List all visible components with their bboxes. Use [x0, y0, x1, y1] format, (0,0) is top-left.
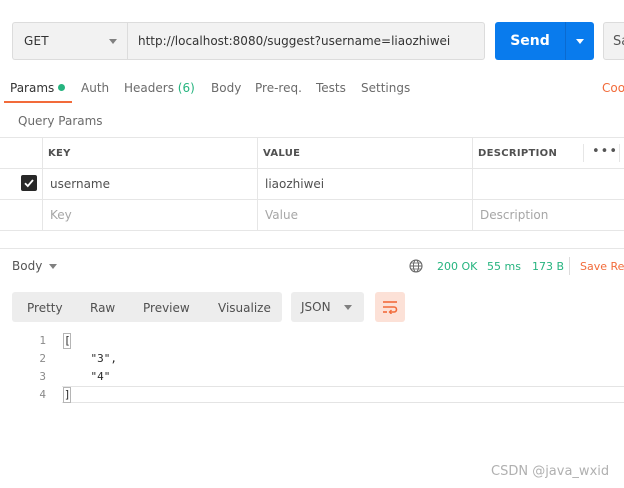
watermark: CSDN @java_wxid — [491, 464, 610, 479]
headers-count: (6) — [177, 81, 195, 95]
table-divider — [0, 168, 624, 169]
wrap-lines-button[interactable] — [375, 292, 405, 322]
column-divider — [619, 144, 620, 162]
column-header-key: KEY — [48, 148, 71, 159]
column-header-description: DESCRIPTION — [478, 148, 558, 159]
param-enabled-checkbox[interactable] — [21, 175, 37, 191]
divider — [569, 257, 570, 275]
globe-icon[interactable] — [409, 259, 423, 273]
code-line: 3 "4" — [0, 368, 624, 386]
tab-label: Params — [10, 81, 55, 95]
table-divider — [0, 199, 624, 200]
tab-settings[interactable]: Settings — [361, 81, 410, 95]
response-time[interactable]: 55 ms — [487, 260, 521, 273]
send-button[interactable]: Send — [495, 22, 565, 60]
method-value: GET — [24, 34, 49, 48]
url-field[interactable] — [127, 22, 485, 60]
column-divider — [42, 137, 43, 230]
view-mode-pretty[interactable]: Pretty — [27, 301, 63, 315]
bracket-match-highlight — [63, 387, 71, 403]
format-value: JSON — [301, 300, 331, 314]
save-label: Sa — [613, 33, 624, 49]
column-divider — [472, 137, 473, 230]
line-number: 4 — [39, 388, 46, 401]
new-description-input[interactable]: Description — [480, 208, 548, 222]
new-value-input[interactable]: Value — [265, 208, 298, 222]
column-divider — [583, 144, 584, 162]
save-button[interactable]: Sa — [603, 22, 624, 60]
code-line: 4 ] — [0, 386, 624, 404]
tab-label: Tests — [316, 81, 346, 95]
format-select[interactable]: JSON — [291, 292, 364, 322]
line-number: 1 — [39, 334, 46, 347]
more-options-icon[interactable]: ••• — [592, 144, 618, 159]
tab-label: Pre-req. — [255, 81, 302, 95]
new-key-input[interactable]: Key — [50, 208, 72, 222]
column-header-value: VALUE — [263, 148, 301, 159]
tab-params[interactable]: Params — [10, 81, 66, 95]
method-select[interactable]: GET — [12, 22, 127, 60]
url-input[interactable] — [138, 34, 478, 48]
table-divider — [0, 230, 624, 231]
tab-body[interactable]: Body — [211, 81, 241, 95]
tab-label: Settings — [361, 81, 411, 95]
tab-tests[interactable]: Tests — [316, 81, 346, 95]
response-body-label: Body — [12, 259, 43, 273]
tab-label: Headers — [124, 81, 174, 95]
chevron-down-icon — [109, 38, 117, 44]
response-status[interactable]: 200 OK — [437, 260, 477, 273]
view-mode-visualize[interactable]: Visualize — [218, 301, 271, 315]
column-divider — [257, 137, 258, 230]
request-tabs: Params Auth Headers (6) Body Pre-req. Te… — [0, 78, 624, 102]
line-text: "3", — [64, 352, 117, 365]
param-value-cell[interactable]: liaozhiwei — [265, 177, 324, 191]
param-key-cell[interactable]: username — [50, 177, 110, 191]
status-dot-icon — [58, 84, 66, 91]
view-mode-selector: Pretty Raw Preview Visualize — [12, 292, 282, 322]
chevron-down-icon — [49, 263, 58, 269]
chevron-down-icon — [344, 304, 352, 310]
line-number: 3 — [39, 370, 46, 383]
view-mode-raw[interactable]: Raw — [90, 301, 115, 315]
code-line: 2 "3", — [0, 350, 624, 368]
tab-pre-request[interactable]: Pre-req. — [255, 81, 302, 95]
tab-label: Auth — [81, 81, 110, 95]
tab-label: Body — [211, 81, 242, 95]
line-number: 2 — [39, 352, 46, 365]
wrap-lines-icon — [383, 301, 398, 314]
tab-auth[interactable]: Auth — [81, 81, 109, 95]
view-mode-preview[interactable]: Preview — [143, 301, 190, 315]
send-options-button[interactable] — [565, 22, 594, 60]
line-text: "4" — [64, 370, 111, 383]
tab-headers[interactable]: Headers (6) — [124, 81, 195, 95]
bracket-match-highlight — [63, 333, 71, 349]
table-divider — [0, 137, 624, 138]
chevron-down-icon — [576, 38, 584, 44]
check-icon — [24, 179, 34, 188]
cookies-link[interactable]: Coo — [602, 81, 624, 95]
save-response-button[interactable]: Save Re — [580, 260, 624, 273]
query-params-title: Query Params — [18, 114, 103, 128]
active-tab-indicator — [4, 101, 72, 103]
response-size[interactable]: 173 B — [532, 260, 564, 273]
response-divider — [0, 248, 624, 249]
response-body-dropdown[interactable]: Body — [12, 259, 58, 273]
code-line: 1 [ — [0, 332, 624, 350]
